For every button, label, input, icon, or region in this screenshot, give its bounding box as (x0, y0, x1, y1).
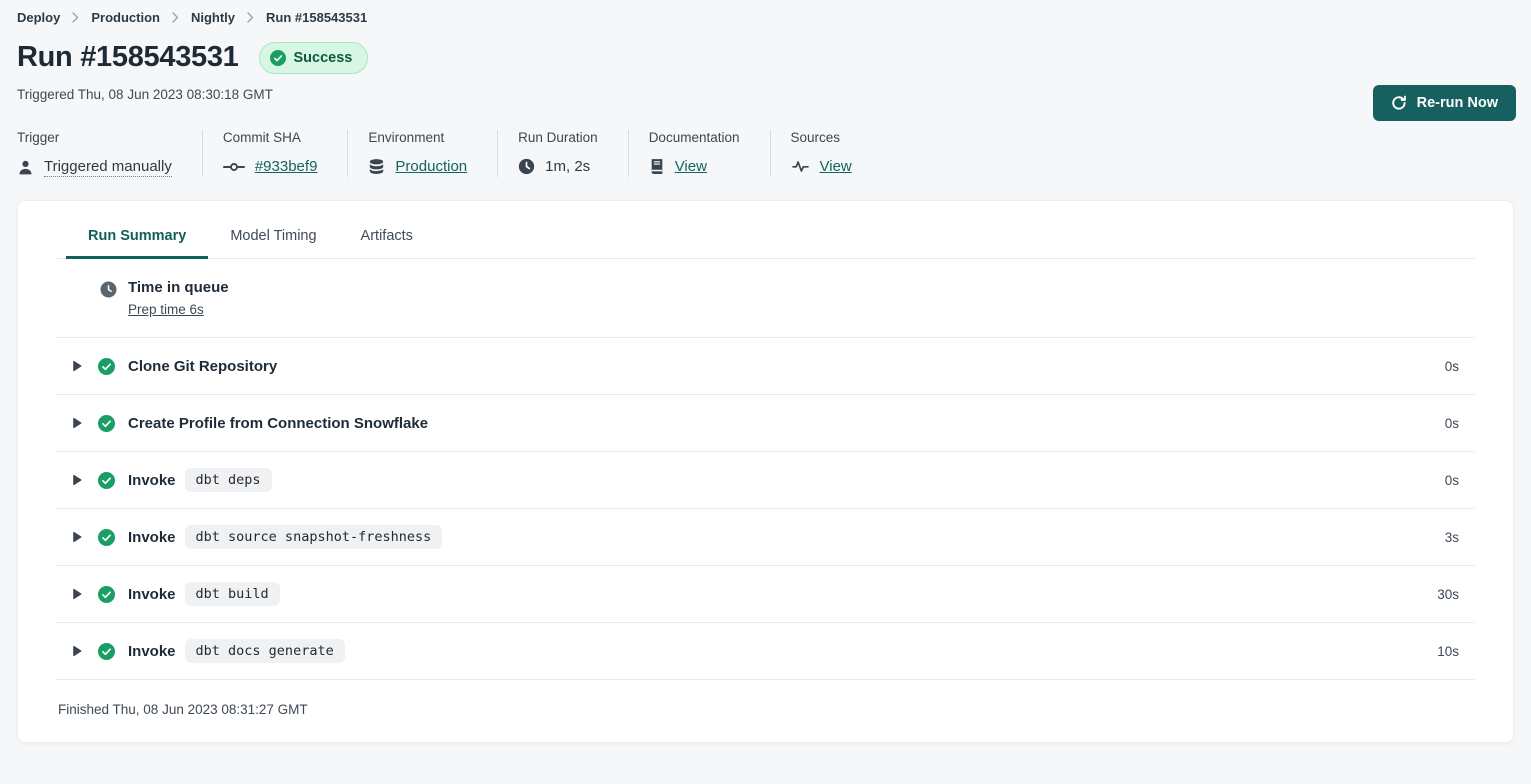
finished-timestamp: Finished Thu, 08 Jun 2023 08:31:27 GMT (56, 679, 1475, 742)
tab-bar: Run Summary Model Timing Artifacts (56, 201, 1475, 259)
step-row-create-profile[interactable]: Create Profile from Connection Snowflake… (56, 394, 1475, 451)
step-duration: 30s (1437, 587, 1459, 602)
check-circle-icon (98, 586, 115, 603)
meta-documentation-label: Documentation (649, 130, 740, 145)
meta-documentation: Documentation View (628, 130, 770, 177)
pulse-icon (791, 159, 810, 174)
expand-triangle-icon[interactable] (72, 531, 82, 543)
meta-sources-label: Sources (791, 130, 852, 145)
rerun-now-button[interactable]: Re-run Now (1373, 85, 1516, 121)
step-name: Clone Git Repository (128, 358, 277, 375)
chevron-right-icon (172, 12, 179, 23)
check-circle-icon (98, 358, 115, 375)
expand-triangle-icon[interactable] (72, 588, 82, 600)
commit-icon (223, 162, 245, 172)
step-row-dbt-build[interactable]: Invoke dbt build 30s (56, 565, 1475, 622)
meta-duration-label: Run Duration (518, 130, 598, 145)
step-row-dbt-deps[interactable]: Invoke dbt deps 0s (56, 451, 1475, 508)
meta-commit-label: Commit SHA (223, 130, 318, 145)
check-circle-icon (98, 472, 115, 489)
clock-icon (518, 158, 535, 175)
tab-artifacts[interactable]: Artifacts (339, 226, 435, 259)
step-name: Invoke (128, 472, 176, 489)
step-command: dbt deps (185, 468, 272, 492)
breadcrumb-production[interactable]: Production (91, 10, 160, 25)
status-badge: Success (259, 42, 369, 74)
user-icon (17, 159, 34, 176)
run-summary-card: Run Summary Model Timing Artifacts Time … (17, 200, 1514, 743)
expand-triangle-icon[interactable] (72, 417, 82, 429)
meta-environment-label: Environment (368, 130, 467, 145)
run-header: Run #158543531 Success Triggered Thu, 08… (17, 41, 1514, 102)
step-name: Create Profile from Connection Snowflake (128, 415, 428, 432)
page-title: Run #158543531 (17, 41, 239, 74)
queue-clock-icon (100, 281, 117, 319)
meta-trigger: Trigger Triggered manually (17, 130, 202, 177)
meta-trigger-label: Trigger (17, 130, 172, 145)
meta-duration-value: 1m, 2s (545, 158, 590, 175)
step-duration: 3s (1445, 530, 1459, 545)
breadcrumb: Deploy Production Nightly Run #158543531 (17, 0, 1514, 25)
breadcrumb-current-run: Run #158543531 (266, 10, 367, 25)
breadcrumb-deploy[interactable]: Deploy (17, 10, 60, 25)
step-name: Invoke (128, 586, 176, 603)
check-circle-icon (98, 415, 115, 432)
database-icon (368, 158, 385, 175)
breadcrumb-nightly[interactable]: Nightly (191, 10, 235, 25)
triggered-timestamp: Triggered Thu, 08 Jun 2023 08:30:18 GMT (17, 87, 1514, 102)
step-duration: 0s (1445, 416, 1459, 431)
step-duration: 0s (1445, 359, 1459, 374)
book-icon (649, 158, 665, 175)
step-duration: 10s (1437, 644, 1459, 659)
step-duration: 0s (1445, 473, 1459, 488)
chevron-right-icon (72, 12, 79, 23)
step-name: Invoke (128, 529, 176, 546)
step-command: dbt build (185, 582, 280, 606)
chevron-right-icon (247, 12, 254, 23)
run-detail-page: Deploy Production Nightly Run #158543531… (0, 0, 1531, 743)
meta-commit-sha: Commit SHA #933bef9 (202, 130, 348, 177)
step-command: dbt docs generate (185, 639, 345, 663)
time-in-queue-section: Time in queue Prep time 6s (56, 259, 1475, 337)
step-row-dbt-source-snapshot-freshness[interactable]: Invoke dbt source snapshot-freshness 3s (56, 508, 1475, 565)
expand-triangle-icon[interactable] (72, 645, 82, 657)
status-badge-label: Success (294, 50, 353, 66)
commit-sha-link[interactable]: #933bef9 (255, 158, 318, 175)
check-circle-icon (98, 643, 115, 660)
queue-title: Time in queue (128, 279, 229, 296)
rerun-now-label: Re-run Now (1417, 95, 1498, 111)
documentation-view-link[interactable]: View (675, 158, 707, 175)
sources-view-link[interactable]: View (820, 158, 852, 175)
step-command: dbt source snapshot-freshness (185, 525, 443, 549)
tab-model-timing[interactable]: Model Timing (208, 226, 338, 259)
environment-link[interactable]: Production (395, 158, 467, 175)
run-meta-row: Trigger Triggered manually Commit SHA #9… (17, 130, 1514, 177)
step-row-clone-git-repository[interactable]: Clone Git Repository 0s (56, 337, 1475, 394)
meta-run-duration: Run Duration 1m, 2s (497, 130, 628, 177)
step-name: Invoke (128, 643, 176, 660)
tab-run-summary[interactable]: Run Summary (66, 226, 208, 259)
prep-time-link[interactable]: Prep time 6s (128, 302, 204, 317)
refresh-icon (1391, 95, 1407, 111)
expand-triangle-icon[interactable] (72, 360, 82, 372)
check-circle-icon (270, 50, 286, 66)
meta-environment: Environment Production (347, 130, 497, 177)
meta-sources: Sources View (770, 130, 882, 177)
expand-triangle-icon[interactable] (72, 474, 82, 486)
check-circle-icon (98, 529, 115, 546)
step-row-dbt-docs-generate[interactable]: Invoke dbt docs generate 10s (56, 622, 1475, 679)
meta-trigger-value: Triggered manually (44, 158, 172, 177)
